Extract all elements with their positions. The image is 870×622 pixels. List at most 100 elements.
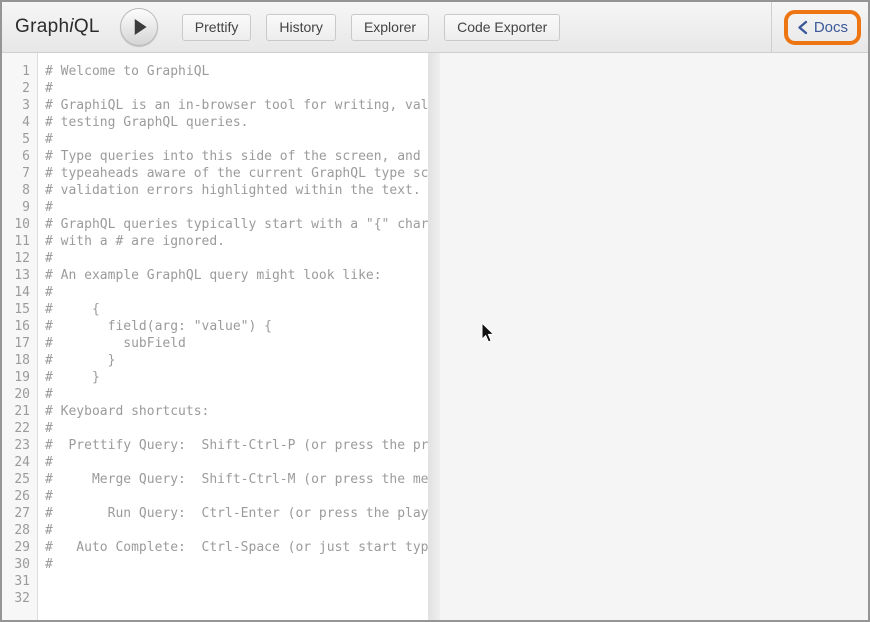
pane-divider[interactable]: [428, 53, 440, 620]
code-text: # Merge Query: Shift-Ctrl-M (or press th…: [45, 471, 428, 488]
code-text: # An example GraphQL query might look li…: [45, 267, 382, 284]
editor-line[interactable]: 26 #: [2, 488, 428, 505]
editor-line[interactable]: 28#: [2, 522, 428, 539]
line-number: 14: [2, 284, 38, 301]
editor-line[interactable]: 20 #: [2, 386, 428, 403]
editor-line[interactable]: 14 #: [2, 284, 428, 301]
code-text: # Run Query: Ctrl-Enter (or press the pl…: [45, 505, 428, 522]
line-number: 3: [2, 97, 38, 114]
editor-line[interactable]: 4 # testing GraphQL queries.: [2, 114, 428, 131]
editor-line[interactable]: 2#: [2, 80, 428, 97]
editor-line[interactable]: 22#: [2, 420, 428, 437]
code-text: #: [45, 522, 53, 539]
editor-line[interactable]: 11# with a # are ignored.: [2, 233, 428, 250]
line-number: 31: [2, 573, 38, 590]
code-text: # {: [45, 301, 100, 318]
line-number: 29: [2, 539, 38, 556]
code-text: #: [45, 386, 53, 403]
code-text: # GraphQL queries typically start with a…: [45, 216, 428, 233]
line-number: 13: [2, 267, 38, 284]
main-split: 1# Welcome to GraphiQL2#3# GraphiQL is a…: [2, 53, 868, 620]
editor-line[interactable]: 23# Prettify Query: Shift-Ctrl-P (or pre…: [2, 437, 428, 454]
docs-button-label: Docs: [814, 19, 848, 36]
code-text: #: [45, 250, 53, 267]
editor-line[interactable]: 21 # Keyboard shortcuts:: [2, 403, 428, 420]
line-number: 5: [2, 131, 38, 148]
line-number: 24: [2, 454, 38, 471]
line-number: 12: [2, 250, 38, 267]
editor-line[interactable]: 3 # GraphiQL is an in-browser tool for wr…: [2, 97, 428, 114]
logo-text-post: QL: [74, 16, 100, 37]
editor-line[interactable]: 27 # Run Query: Ctrl-Enter (or press the …: [2, 505, 428, 522]
code-text: #: [45, 488, 53, 505]
editor-line[interactable]: 1 # Welcome to GraphiQL: [2, 63, 428, 80]
editor-lines: 1# Welcome to GraphiQL2#3# GraphiQL is a…: [2, 53, 428, 607]
line-number: 19: [2, 369, 38, 386]
code-text: #: [45, 80, 53, 97]
line-number: 26: [2, 488, 38, 505]
code-text: #: [45, 284, 53, 301]
editor-line[interactable]: 7# typeaheads aware of the current Graph…: [2, 165, 428, 182]
editor-line[interactable]: 16 # field(arg: "value") {: [2, 318, 428, 335]
code-text: # GraphiQL is an in-browser tool for wri…: [45, 97, 428, 114]
code-text: #: [45, 454, 53, 471]
code-text: #: [45, 420, 53, 437]
editor-line[interactable]: 17 # subField: [2, 335, 428, 352]
code-text: #: [45, 556, 53, 573]
docs-button[interactable]: Docs: [792, 16, 853, 39]
editor-line[interactable]: 19 # }: [2, 369, 428, 386]
toolbar-button-explorer[interactable]: Explorer: [351, 14, 429, 41]
graphiql-window: GraphiQL Prettify History Explorer Code Exp…: [0, 0, 870, 622]
editor-line[interactable]: 15 # {: [2, 301, 428, 318]
chevron-left-icon: [797, 20, 808, 35]
code-text: # subField: [45, 335, 186, 352]
code-text: # }: [45, 369, 100, 386]
code-text: # validation errors highlighted within t…: [45, 182, 421, 199]
editor-line[interactable]: 8 # validation errors highlighted within …: [2, 182, 428, 199]
code-text: # field(arg: "value") {: [45, 318, 272, 335]
editor-line[interactable]: 13 # An example GraphQL query might look …: [2, 267, 428, 284]
app-logo: GraphiQL: [15, 16, 100, 38]
editor-line[interactable]: 25 # Merge Query: Shift-Ctrl-M (or press …: [2, 471, 428, 488]
editor-line[interactable]: 29# Auto Complete: Ctrl-Space (or just s…: [2, 539, 428, 556]
toolbar-button-history[interactable]: History: [266, 14, 336, 41]
line-number: 10: [2, 216, 38, 233]
editor-line[interactable]: 12 #: [2, 250, 428, 267]
editor-line[interactable]: 31: [2, 573, 428, 590]
code-text: # Type queries into this side of the scr…: [45, 148, 428, 165]
line-number: 4: [2, 114, 38, 131]
editor-line[interactable]: 30 #: [2, 556, 428, 573]
line-number: 25: [2, 471, 38, 488]
line-number: 9: [2, 199, 38, 216]
code-text: # Keyboard shortcuts:: [45, 403, 209, 420]
toolbar-button-code-exporter[interactable]: Code Exporter: [444, 14, 560, 41]
editor-line[interactable]: 24 #: [2, 454, 428, 471]
editor-line[interactable]: 10 # GraphQL queries typically start with…: [2, 216, 428, 233]
code-text: #: [45, 199, 53, 216]
editor-line[interactable]: 32: [2, 590, 428, 607]
code-text: # Welcome to GraphiQL: [45, 63, 209, 80]
toolbar-button-prettify[interactable]: Prettify: [182, 14, 252, 41]
line-number: 21: [2, 403, 38, 420]
logo-text-pre: Graph: [15, 16, 69, 37]
editor-line[interactable]: 18# }: [2, 352, 428, 369]
line-number: 30: [2, 556, 38, 573]
line-number: 1: [2, 63, 38, 80]
toolbar: GraphiQL Prettify History Explorer Code Exp…: [2, 2, 868, 53]
execute-query-button[interactable]: [120, 8, 158, 46]
line-number: 20: [2, 386, 38, 403]
line-number: 16: [2, 318, 38, 335]
code-text: # Prettify Query: Shift-Ctrl-P (or press…: [45, 437, 428, 454]
line-number: 2: [2, 80, 38, 97]
line-number: 32: [2, 590, 38, 607]
editor-line[interactable]: 6# Type queries into this side of the sc…: [2, 148, 428, 165]
line-number: 8: [2, 182, 38, 199]
editor-line[interactable]: 9#: [2, 199, 428, 216]
line-number: 17: [2, 335, 38, 352]
line-number: 15: [2, 301, 38, 318]
line-number: 27: [2, 505, 38, 522]
code-text: # testing GraphQL queries.: [45, 114, 249, 131]
line-number: 18: [2, 352, 38, 369]
editor-line[interactable]: 5#: [2, 131, 428, 148]
query-editor[interactable]: 1# Welcome to GraphiQL2#3# GraphiQL is a…: [2, 53, 428, 620]
